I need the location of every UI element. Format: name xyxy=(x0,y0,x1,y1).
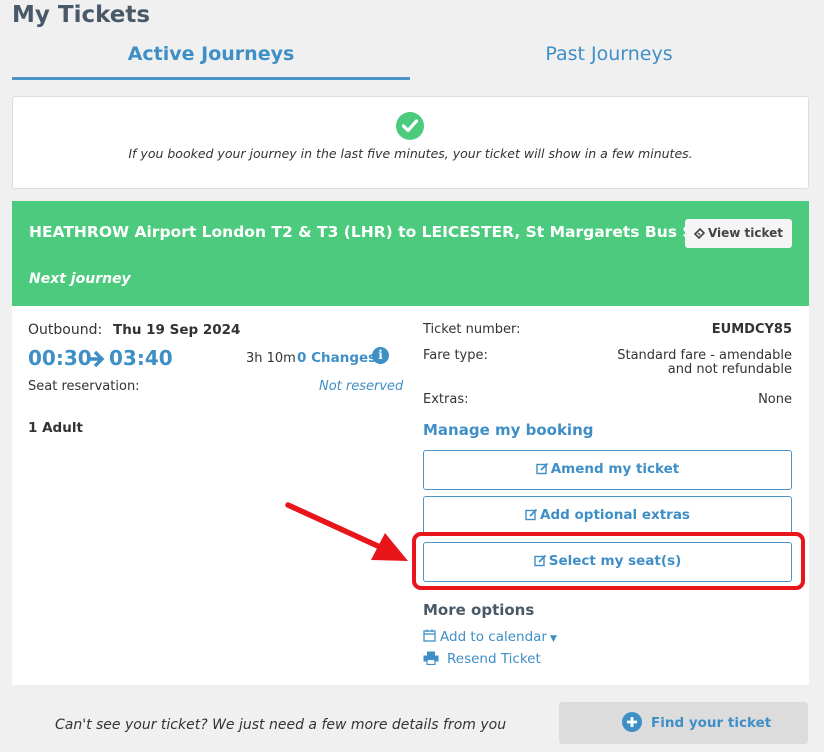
outbound-date: Thu 19 Sep 2024 xyxy=(113,322,241,338)
tab-label: Active Journeys xyxy=(127,43,295,65)
more-options-title: More options xyxy=(423,601,535,619)
ticket-number-label: Ticket number: xyxy=(423,322,521,337)
fare-type-line1: Standard fare - amendable xyxy=(617,348,792,363)
info-icon[interactable]: i xyxy=(372,347,389,364)
ticket-delay-notice: If you booked your journey in the last f… xyxy=(12,96,809,189)
outbound-label: Outbound: xyxy=(28,322,103,338)
footer-text: Can't see your ticket? We just need a fe… xyxy=(55,717,507,733)
manage-booking-title: Manage my booking xyxy=(423,421,594,439)
extras-label: Extras: xyxy=(423,392,469,407)
add-extras-label: Add optional extras xyxy=(540,507,690,523)
resend-ticket-label: Resend Ticket xyxy=(447,651,541,667)
view-ticket-button[interactable]: View ticket xyxy=(685,219,792,248)
resend-ticket-link[interactable]: Resend Ticket xyxy=(423,651,541,667)
printer-icon xyxy=(423,651,439,666)
tab-active-journeys[interactable]: Active Journeys xyxy=(12,42,410,80)
route-title: HEATHROW Airport London T2 & T3 (LHR) to… xyxy=(29,223,746,241)
fare-type-line2: and not refundable xyxy=(667,362,792,377)
seat-reservation-value: Not reserved xyxy=(319,379,404,394)
changes-link[interactable]: 0 Changes xyxy=(297,350,376,366)
page-title: My Tickets xyxy=(12,2,151,28)
arrow-right-icon xyxy=(88,350,105,368)
journey-duration: 3h 10m xyxy=(246,351,296,366)
ticket-icon xyxy=(693,227,706,240)
journey-card: HEATHROW Airport London T2 & T3 (LHR) to… xyxy=(12,201,809,685)
tab-label: Past Journeys xyxy=(545,43,673,65)
plus-circle-icon xyxy=(622,712,642,732)
highlight-box xyxy=(412,532,805,590)
journey-header: HEATHROW Airport London T2 & T3 (LHR) to… xyxy=(12,201,809,306)
extras-value: None xyxy=(758,392,792,407)
edit-icon xyxy=(525,508,538,521)
tab-past-journeys[interactable]: Past Journeys xyxy=(410,42,808,80)
add-to-calendar-link[interactable]: Add to calendar ▼ xyxy=(423,629,557,645)
find-ticket-button[interactable]: Find your ticket xyxy=(559,702,808,744)
find-ticket-label: Find your ticket xyxy=(651,715,772,731)
fare-type-label: Fare type: xyxy=(423,348,488,363)
passenger-count: 1 Adult xyxy=(28,420,83,436)
calendar-icon xyxy=(423,629,436,642)
add-to-calendar-label: Add to calendar xyxy=(440,629,547,645)
add-extras-button[interactable]: Add optional extras xyxy=(423,496,792,536)
amend-ticket-button[interactable]: Amend my ticket xyxy=(423,450,792,490)
depart-time: 00:30 xyxy=(28,346,92,370)
view-ticket-label: View ticket xyxy=(707,226,784,240)
arrive-time: 03:40 xyxy=(109,346,173,370)
seat-reservation-label: Seat reservation: xyxy=(28,379,140,394)
check-circle-icon xyxy=(396,112,424,140)
edit-icon xyxy=(536,462,548,475)
amend-ticket-label: Amend my ticket xyxy=(550,461,680,477)
notice-text: If you booked your journey in the last f… xyxy=(128,146,693,161)
caret-down-icon: ▼ xyxy=(549,634,557,644)
ticket-number: EUMDCY85 xyxy=(711,322,792,337)
journey-status: Next journey xyxy=(29,271,131,287)
